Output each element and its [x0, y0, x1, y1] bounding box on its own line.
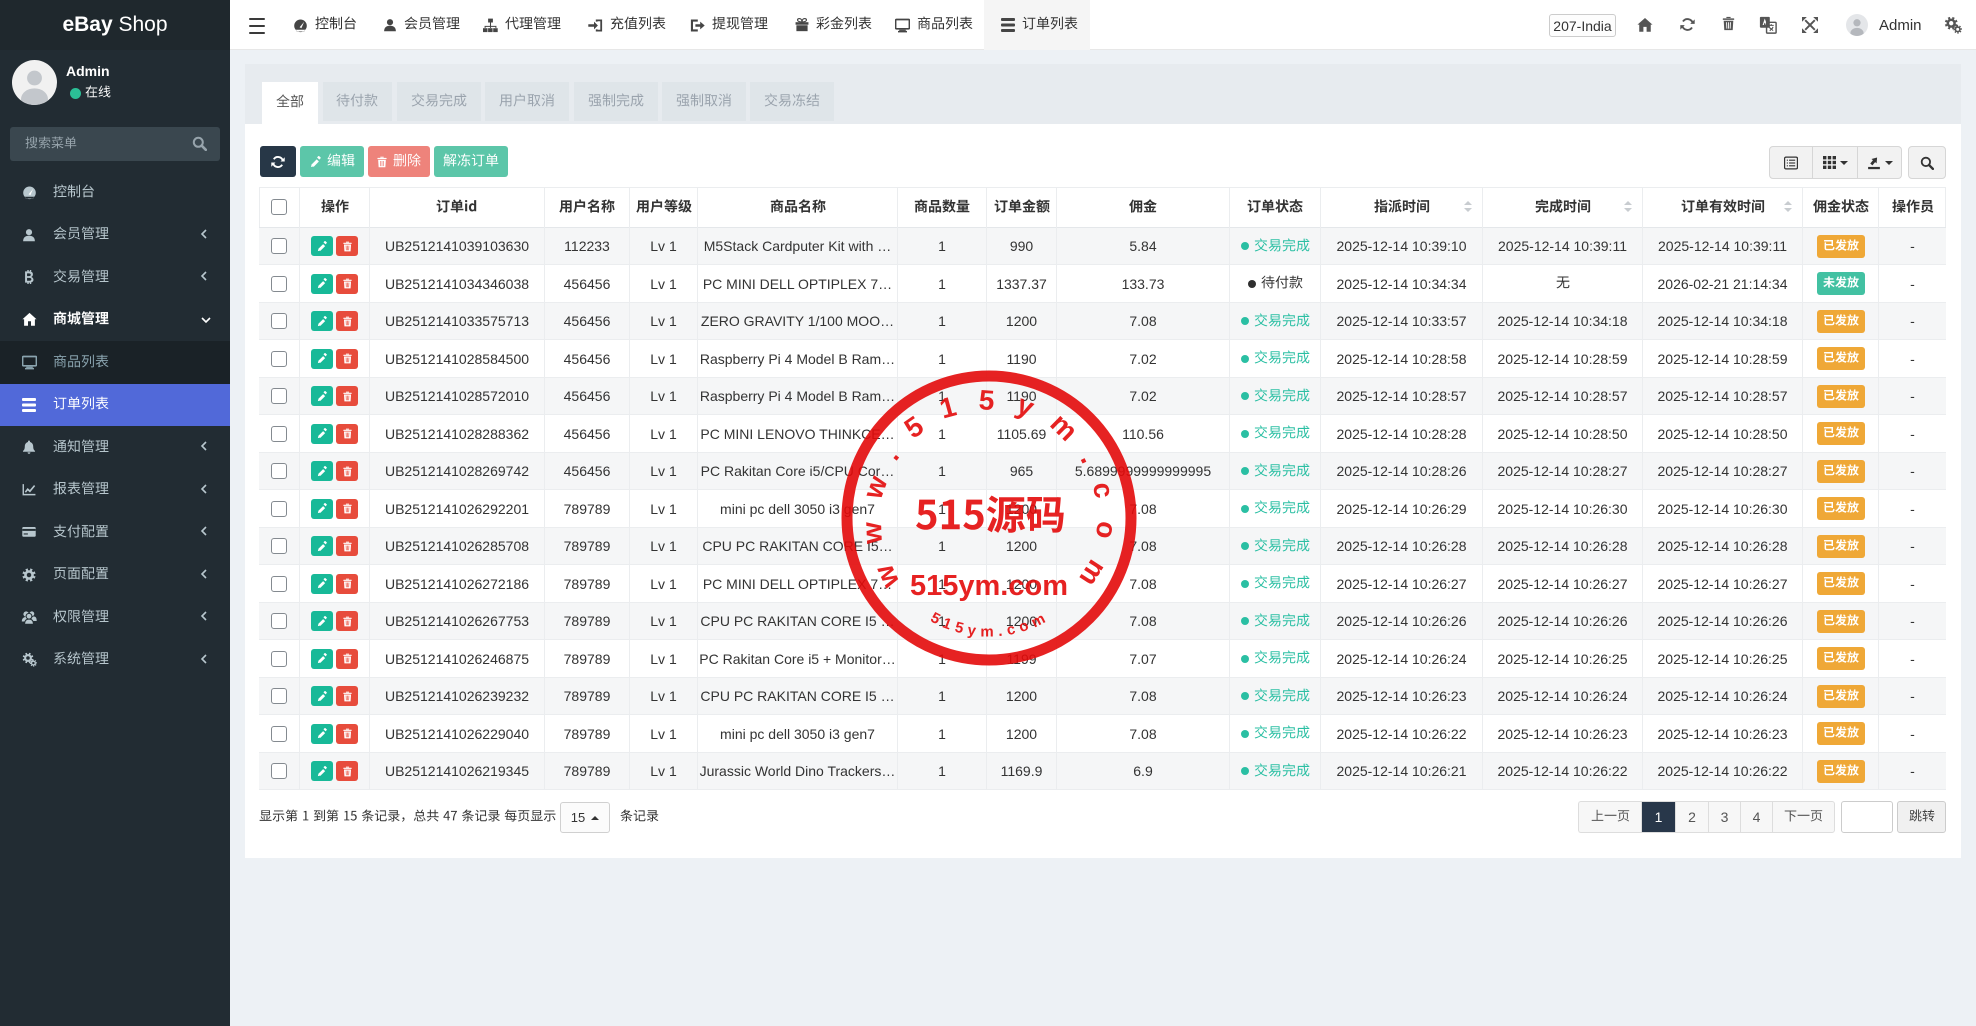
- svg-text:515ym.com: 515ym.com: [910, 570, 1068, 602]
- svg-text:515ym.com: 515ym.com: [928, 608, 1053, 641]
